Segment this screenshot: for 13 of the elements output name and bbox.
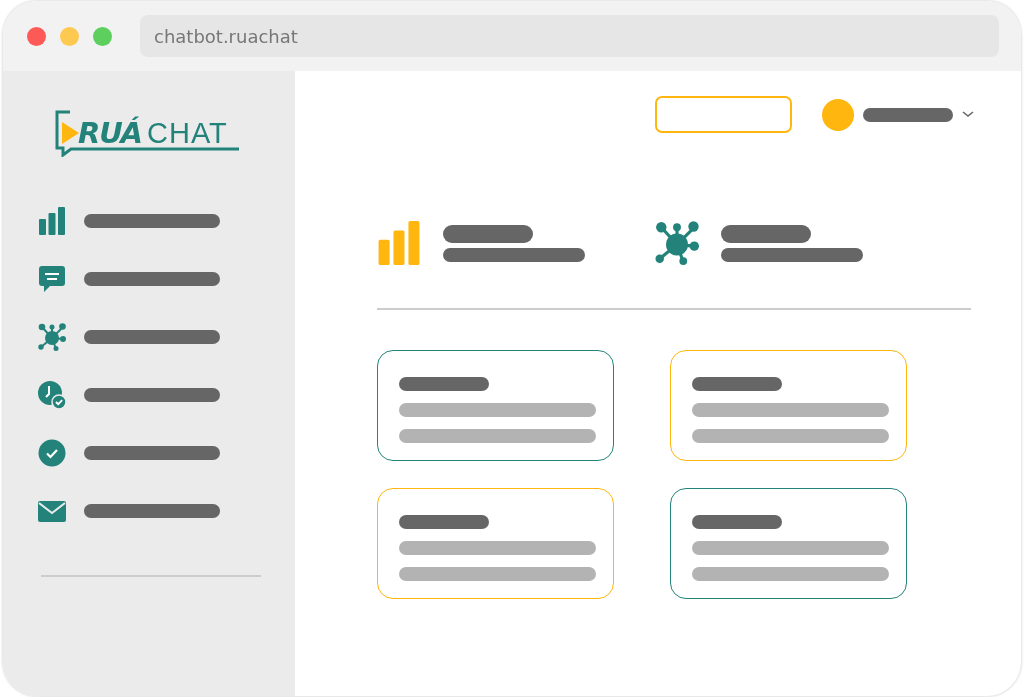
check-circle-icon [38, 439, 66, 467]
avatar [822, 98, 854, 131]
network-icon [38, 323, 66, 351]
address-bar[interactable]: chatbot.ruachat [140, 15, 999, 57]
network-icon [655, 221, 699, 265]
logo: RUÁ CHAT [52, 109, 242, 157]
close-window-button[interactable] [27, 26, 46, 46]
bar-chart-icon [377, 221, 421, 265]
chevron-down-icon [962, 111, 974, 118]
bar-chart-icon [38, 207, 66, 235]
chat-bubble-icon [38, 265, 66, 293]
clock-check-icon [38, 381, 66, 409]
user-menu[interactable] [822, 98, 974, 131]
